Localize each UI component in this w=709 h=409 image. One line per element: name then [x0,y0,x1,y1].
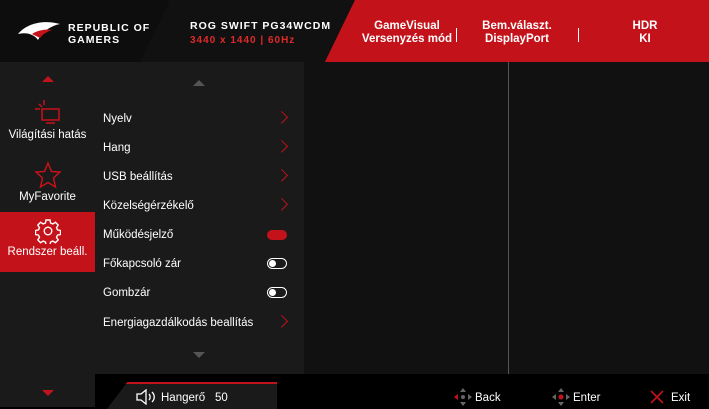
menu-item-label: Működésjelző [103,229,174,241]
main-menu-sidebar: Világítási hatás MyFavorite Rendszer beá… [0,62,95,407]
menu-item-label: Hang [103,142,131,154]
menu-item-label: Energiagazdálkodás beallítás [103,317,254,329]
input-title: Bem.választ. [482,20,552,32]
toggle-off-icon[interactable] [267,287,287,298]
detail-panel-secondary [509,62,709,374]
scroll-down-icon[interactable] [42,390,54,396]
back-label: Back [475,392,501,404]
close-icon [650,390,664,404]
menu-item-label: Nyelv [103,113,132,125]
sidebar-item-lighting[interactable]: Világítási hatás [0,92,95,154]
menu-item-label: Gombzár [103,287,151,299]
model-name: ROG SWIFT PG34WCDM [190,20,332,32]
back-nav-icon [454,388,472,406]
detail-panel [304,62,509,374]
toggle-off-icon[interactable] [267,258,287,269]
menu-item-language[interactable]: Nyelv [103,110,293,127]
speaker-icon [136,389,155,405]
volume-value: 50 [215,392,228,404]
hdr-value: KI [639,33,651,45]
header-divider [456,28,457,42]
volume-label: Hangerő [161,392,206,404]
system-settings-submenu: Nyelv Hang USB beállítás Közelségérzékel… [95,62,305,374]
menu-item-power-settings[interactable]: Energiagazdálkodás beallítás [103,314,293,331]
scroll-up-icon[interactable] [42,76,54,82]
gear-icon [34,219,61,244]
sidebar-item-label: MyFavorite [19,191,76,203]
chevron-right-icon [275,314,289,328]
rog-eye-logo-icon [18,22,60,40]
enter-label: Enter [573,392,601,404]
chevron-right-icon [275,110,289,124]
gamevisual-value: Versenyzés mód [361,33,453,45]
light-effect-icon [34,100,60,124]
submenu-scroll-up-icon[interactable] [193,80,205,86]
menu-item-power-key-lock[interactable]: Főkapcsoló zár [103,256,293,272]
sidebar-item-label: Világítási hatás [8,129,87,141]
chevron-right-icon [275,168,289,182]
enter-nav-icon [552,388,570,406]
menu-item-label: Közelségérzékelő [103,200,194,212]
sidebar-item-myfavorite[interactable]: MyFavorite [0,157,95,217]
menu-item-proximity-sensor[interactable]: Közelségérzékelő [103,197,293,214]
menu-item-usb-settings[interactable]: USB beállítás [103,168,293,185]
hdr-title: HDR [632,20,658,32]
submenu-scroll-down-icon[interactable] [193,352,205,358]
input-status: Bem.választ. DisplayPort [462,20,572,46]
sidebar-item-system-settings[interactable]: Rendszer beáll. [0,212,95,272]
input-value: DisplayPort [485,33,549,45]
hdr-status: HDR KI [610,20,680,46]
exit-label: Exit [671,392,691,404]
toggle-on-icon[interactable] [267,230,287,240]
menu-item-label: USB beállítás [103,171,173,183]
menu-item-key-lock[interactable]: Gombzár [103,285,293,301]
gamevisual-title: GameVisual [374,20,440,32]
menu-item-label: Főkapcsoló zár [103,258,181,270]
sidebar-item-label: Rendszer beáll. [7,246,88,258]
menu-item-power-indicator[interactable]: Működésjelző [103,227,293,243]
gamevisual-status: GameVisual Versenyzés mód [352,20,462,46]
star-icon [33,161,62,189]
chevron-right-icon [275,139,289,153]
rog-logo-block: REPUBLIC OF GAMERS [0,0,170,62]
chevron-right-icon [275,197,289,211]
header-divider [578,28,579,42]
bottom-bar: Hangerő 50 Back Enter Exit [95,374,709,409]
header-bar: REPUBLIC OF GAMERS ROG SWIFT PG34WCDM 34… [0,0,709,62]
menu-item-sound[interactable]: Hang [103,139,293,156]
model-resolution: 3440 x 1440 | 60Hz [190,35,296,46]
